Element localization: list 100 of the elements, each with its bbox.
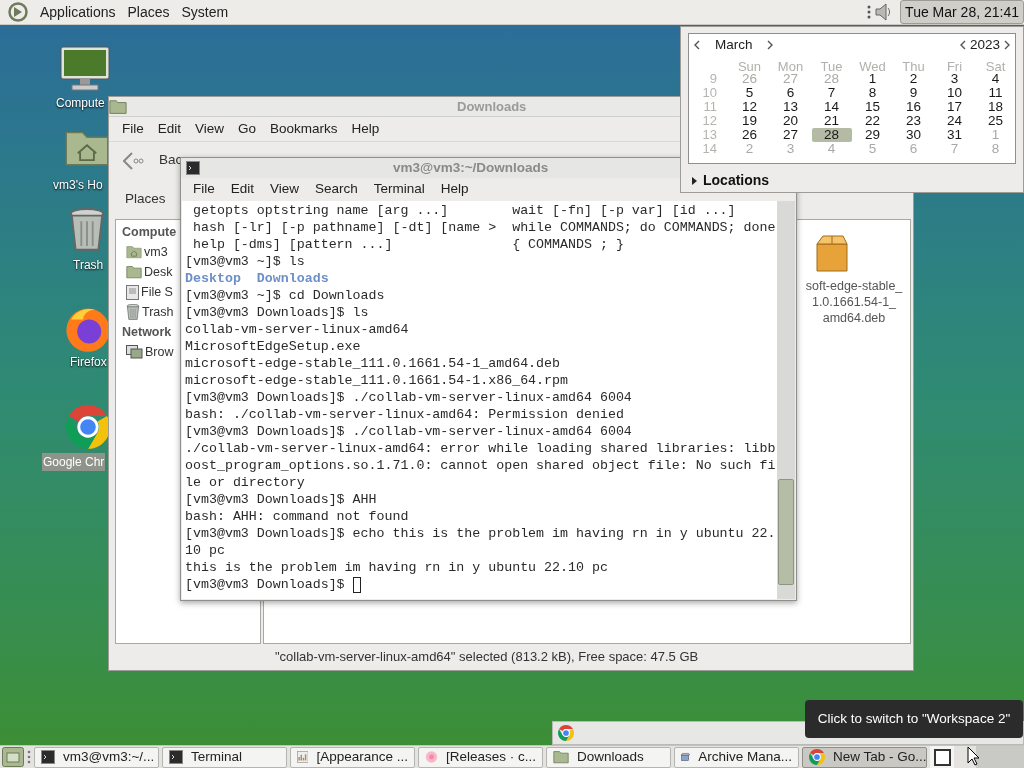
calendar-day[interactable]: 29 <box>865 128 880 142</box>
calendar-day[interactable]: 4 <box>991 72 1000 86</box>
menu-item[interactable]: File <box>115 118 151 140</box>
show-desktop-icon[interactable] <box>2 747 24 767</box>
terminal-line: [vm3@vm3 Downloads]$ ls <box>185 305 369 320</box>
calendar-day[interactable]: 18 <box>988 100 1003 114</box>
terminal-line: [vm3@vm3 Downloads]$ ./collab-vm-server-linux-amd64 6004 <box>185 424 632 439</box>
calendar-day[interactable]: 1 <box>868 72 877 86</box>
menu-item[interactable]: Terminal <box>365 179 433 200</box>
taskbar-button[interactable]: New Tab - Go... <box>802 746 927 768</box>
scrollbar-thumb[interactable] <box>778 479 794 585</box>
file-name[interactable]: amd64.deb <box>822 310 886 326</box>
sidebar-item[interactable]: Trash <box>126 302 174 322</box>
menu-item[interactable]: Go <box>231 118 264 140</box>
folder-icon <box>553 750 569 764</box>
month-label[interactable]: March <box>715 34 767 56</box>
monitor-icon <box>60 46 110 92</box>
desktop-icon-label[interactable]: Compute <box>55 94 106 112</box>
weekday-label: Sat <box>984 58 1007 74</box>
calendar-day[interactable]: 7 <box>827 86 836 100</box>
weekday-label: Thu <box>901 58 926 74</box>
calendar-day[interactable]: 8 <box>868 86 877 100</box>
calendar-day[interactable]: 6 <box>786 86 795 100</box>
clock-button[interactable]: Tue Mar 28, 21:41 <box>900 0 1024 24</box>
weekday-label: Fri <box>945 58 964 74</box>
calendar-day[interactable]: 3 <box>950 72 959 86</box>
drive-icon <box>126 284 139 300</box>
previous-month-icon[interactable] <box>693 40 700 50</box>
menu-item[interactable]: Bookmarks <box>263 118 345 140</box>
panel-menu[interactable]: System <box>175 0 235 24</box>
desktop-icon-label[interactable]: Firefox <box>69 353 108 371</box>
calendar-day[interactable]: 23 <box>906 114 921 128</box>
panel-menu[interactable]: Applications <box>34 0 122 24</box>
terminal-line: [vm3@vm3 Downloads]$ AHH <box>185 492 377 507</box>
sidebar-item[interactable]: Brow <box>126 342 174 362</box>
taskbar-button[interactable]: [Releases · c... <box>418 746 543 768</box>
scrollbar[interactable] <box>777 201 795 599</box>
menu-item[interactable]: Edit <box>150 118 189 140</box>
calendar-day[interactable]: 22 <box>865 114 880 128</box>
calendar-day[interactable]: 14 <box>824 100 839 114</box>
back-arrow-icon[interactable] <box>123 151 145 170</box>
calendar-day[interactable]: 28 <box>811 128 852 142</box>
sidebar-item[interactable]: File S <box>126 282 173 302</box>
terminal-line: microsoft-edge-stable_111.0.1661.54-1.x86_64.rpm <box>185 373 568 388</box>
calendar-day[interactable]: 17 <box>947 100 962 114</box>
calendar-day[interactable]: 21 <box>824 114 839 128</box>
sidebar-item[interactable]: Desk <box>126 262 173 282</box>
calendar-day[interactable]: 12 <box>742 100 757 114</box>
menu-item[interactable]: Help <box>432 179 477 200</box>
terminal-icon <box>169 750 183 764</box>
calendar-day[interactable]: 9 <box>909 86 918 100</box>
menu-item[interactable]: Search <box>307 179 366 200</box>
calendar-day[interactable]: 13 <box>783 100 798 114</box>
window-title: vm3@vm3:~/Downloads <box>393 158 549 177</box>
terminal-line: bash: AHH: command not found <box>185 509 409 524</box>
places-label[interactable]: Places <box>125 188 166 210</box>
next-year-icon[interactable] <box>1004 40 1011 50</box>
chrome-icon <box>66 405 110 449</box>
calendar-day[interactable]: 20 <box>783 114 798 128</box>
menu-item[interactable]: View <box>262 179 308 200</box>
workspace-button[interactable] <box>930 746 954 768</box>
desktop-icon-label[interactable]: vm3's Ho <box>52 176 104 194</box>
menu-item[interactable]: Edit <box>222 179 263 200</box>
calendar-day[interactable]: 30 <box>906 128 921 142</box>
next-month-icon[interactable] <box>767 40 774 50</box>
taskbar-button[interactable]: vm3@vm3:~/... <box>34 746 159 768</box>
calendar-day[interactable]: 19 <box>742 114 757 128</box>
calendar-day[interactable]: 10 <box>947 86 962 100</box>
taskbar-button[interactable]: Terminal <box>162 746 287 768</box>
distro-logo-icon[interactable] <box>8 2 28 22</box>
terminal-line: help [-dms] [pattern ...] { COMMANDS ; } <box>191 237 624 252</box>
terminal-line: [vm3@vm3 Downloads]$ <box>185 576 345 593</box>
file-name[interactable]: 1.0.1661.54-1_ <box>811 294 897 310</box>
menu-item[interactable]: View <box>188 118 232 140</box>
package-icon[interactable] <box>814 232 850 272</box>
file-name[interactable]: soft-edge-stable_ <box>805 278 903 294</box>
taskbar-button[interactable]: [Appearance ... <box>290 746 415 768</box>
locations-expander[interactable]: Locations <box>692 170 770 191</box>
menu-item[interactable]: File <box>185 179 223 200</box>
calendar-day[interactable]: 15 <box>865 100 880 114</box>
calendar-day[interactable]: 11 <box>988 86 1003 100</box>
calendar-day[interactable]: 5 <box>745 86 754 100</box>
calendar-day[interactable]: 2 <box>909 72 918 86</box>
tooltip-text: Click to switch to "Workspace 2" <box>817 709 1011 728</box>
sidebar-item[interactable]: vm3 <box>126 242 168 262</box>
year-label[interactable]: 2023 <box>969 34 1000 56</box>
taskbar-button[interactable]: Archive Mana... <box>674 746 799 768</box>
calendar-day[interactable]: 26 <box>742 128 757 142</box>
taskbar-button[interactable]: Downloads <box>546 746 671 768</box>
menu-item[interactable]: Help <box>344 118 387 140</box>
calendar-day[interactable]: 27 <box>783 128 798 142</box>
terminal-line: ./collab-vm-server-linux-amd64: error while loading shared libraries: libb <box>185 441 776 456</box>
previous-year-icon[interactable] <box>958 40 966 50</box>
calendar-day[interactable]: 25 <box>988 114 1003 128</box>
calendar-day[interactable]: 31 <box>947 128 962 142</box>
panel-menu[interactable]: Places <box>121 0 176 24</box>
terminal-line: bash: ./collab-vm-server-linux-amd64: Permission denied <box>185 407 624 422</box>
calendar-day[interactable]: 24 <box>947 114 962 128</box>
desktop-icon-label[interactable]: Trash <box>72 256 105 274</box>
calendar-day[interactable]: 16 <box>906 100 921 114</box>
